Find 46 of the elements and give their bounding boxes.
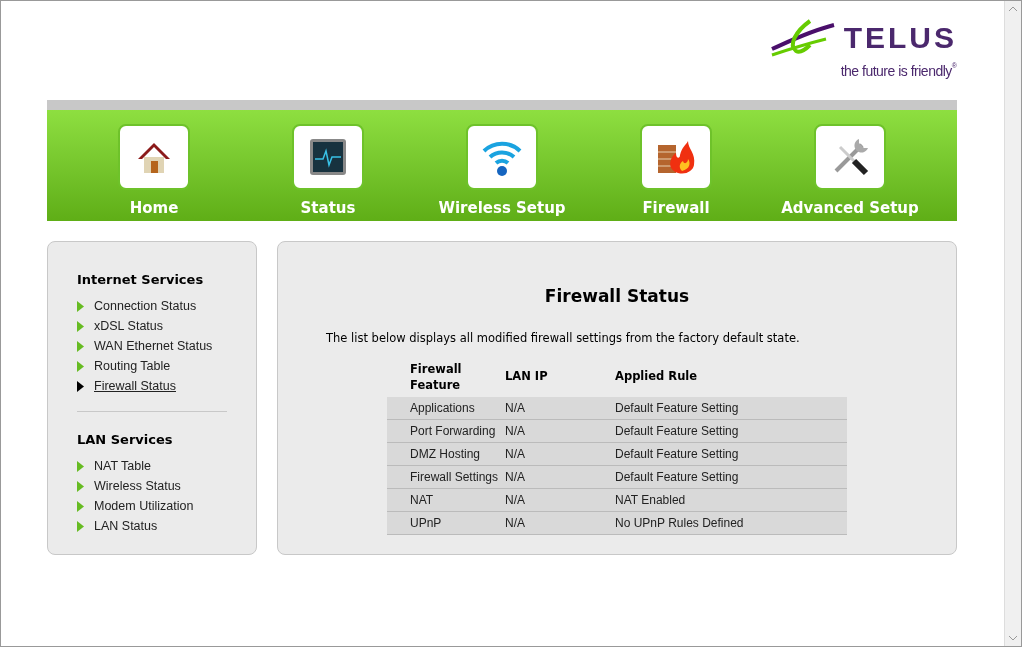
arrow-icon xyxy=(77,341,84,352)
arrow-icon xyxy=(77,480,84,492)
arrow-icon xyxy=(77,321,84,332)
sidebar-link[interactable]: NAT Table xyxy=(94,456,151,476)
sidebar-link[interactable]: WAN Ethernet Status xyxy=(94,337,213,356)
table-cell: No UPnP Rules Defined xyxy=(615,511,847,535)
table-cell: N/A xyxy=(505,488,615,512)
sidebar-heading: Internet Services xyxy=(77,271,205,289)
sidebar-link[interactable]: xDSL Status xyxy=(94,317,163,336)
table-cell: Default Feature Setting xyxy=(615,465,847,489)
table-cell: NAT xyxy=(387,488,505,512)
table-cell: Default Feature Setting xyxy=(615,396,847,420)
logo-swoosh-icon xyxy=(769,19,836,57)
table-cell: N/A xyxy=(505,465,615,489)
description-text: The list below displays all modified firewall settings from the factory default state. xyxy=(326,329,800,347)
table-cell: Default Feature Setting xyxy=(615,442,847,466)
table-cell: Applications xyxy=(387,396,505,420)
page-title: Firewall Status xyxy=(544,285,690,308)
sidebar-link[interactable]: Routing Table xyxy=(94,357,171,376)
table-cell: N/A xyxy=(505,442,615,466)
logo-tagline: the future is friendly xyxy=(840,63,952,81)
column-header: LAN IP xyxy=(505,360,615,397)
arrow-icon xyxy=(77,460,84,472)
table-cell: UPnP xyxy=(387,511,505,535)
sidebar-link[interactable]: Firewall Status xyxy=(94,377,176,396)
table-cell: N/A xyxy=(505,396,615,420)
table-cell: N/A xyxy=(505,419,615,443)
arrow-icon xyxy=(77,301,84,312)
table-cell: Port Forwarding xyxy=(387,419,505,443)
sidebar-link[interactable]: Connection Status xyxy=(94,297,197,316)
logo-wordmark: TELUS xyxy=(843,23,957,53)
sidebar-link[interactable]: LAN Status xyxy=(94,516,158,536)
table-cell: DMZ Hosting xyxy=(387,442,505,466)
sidebar-link[interactable]: Wireless Status xyxy=(94,476,181,496)
column-header: Applied Rule xyxy=(615,360,847,397)
table-cell: N/A xyxy=(505,511,615,535)
arrow-icon xyxy=(77,520,84,532)
column-header: Firewall Feature xyxy=(387,360,505,397)
table-cell: Default Feature Setting xyxy=(615,419,847,443)
table-cell: Firewall Settings xyxy=(387,465,505,489)
sidebar-heading: LAN Services xyxy=(77,430,174,449)
arrow-icon xyxy=(77,381,84,392)
sidebar-link[interactable]: Modem Utilization xyxy=(94,496,194,516)
arrow-icon xyxy=(77,500,84,512)
table-cell: NAT Enabled xyxy=(615,488,847,512)
arrow-icon xyxy=(77,361,84,372)
